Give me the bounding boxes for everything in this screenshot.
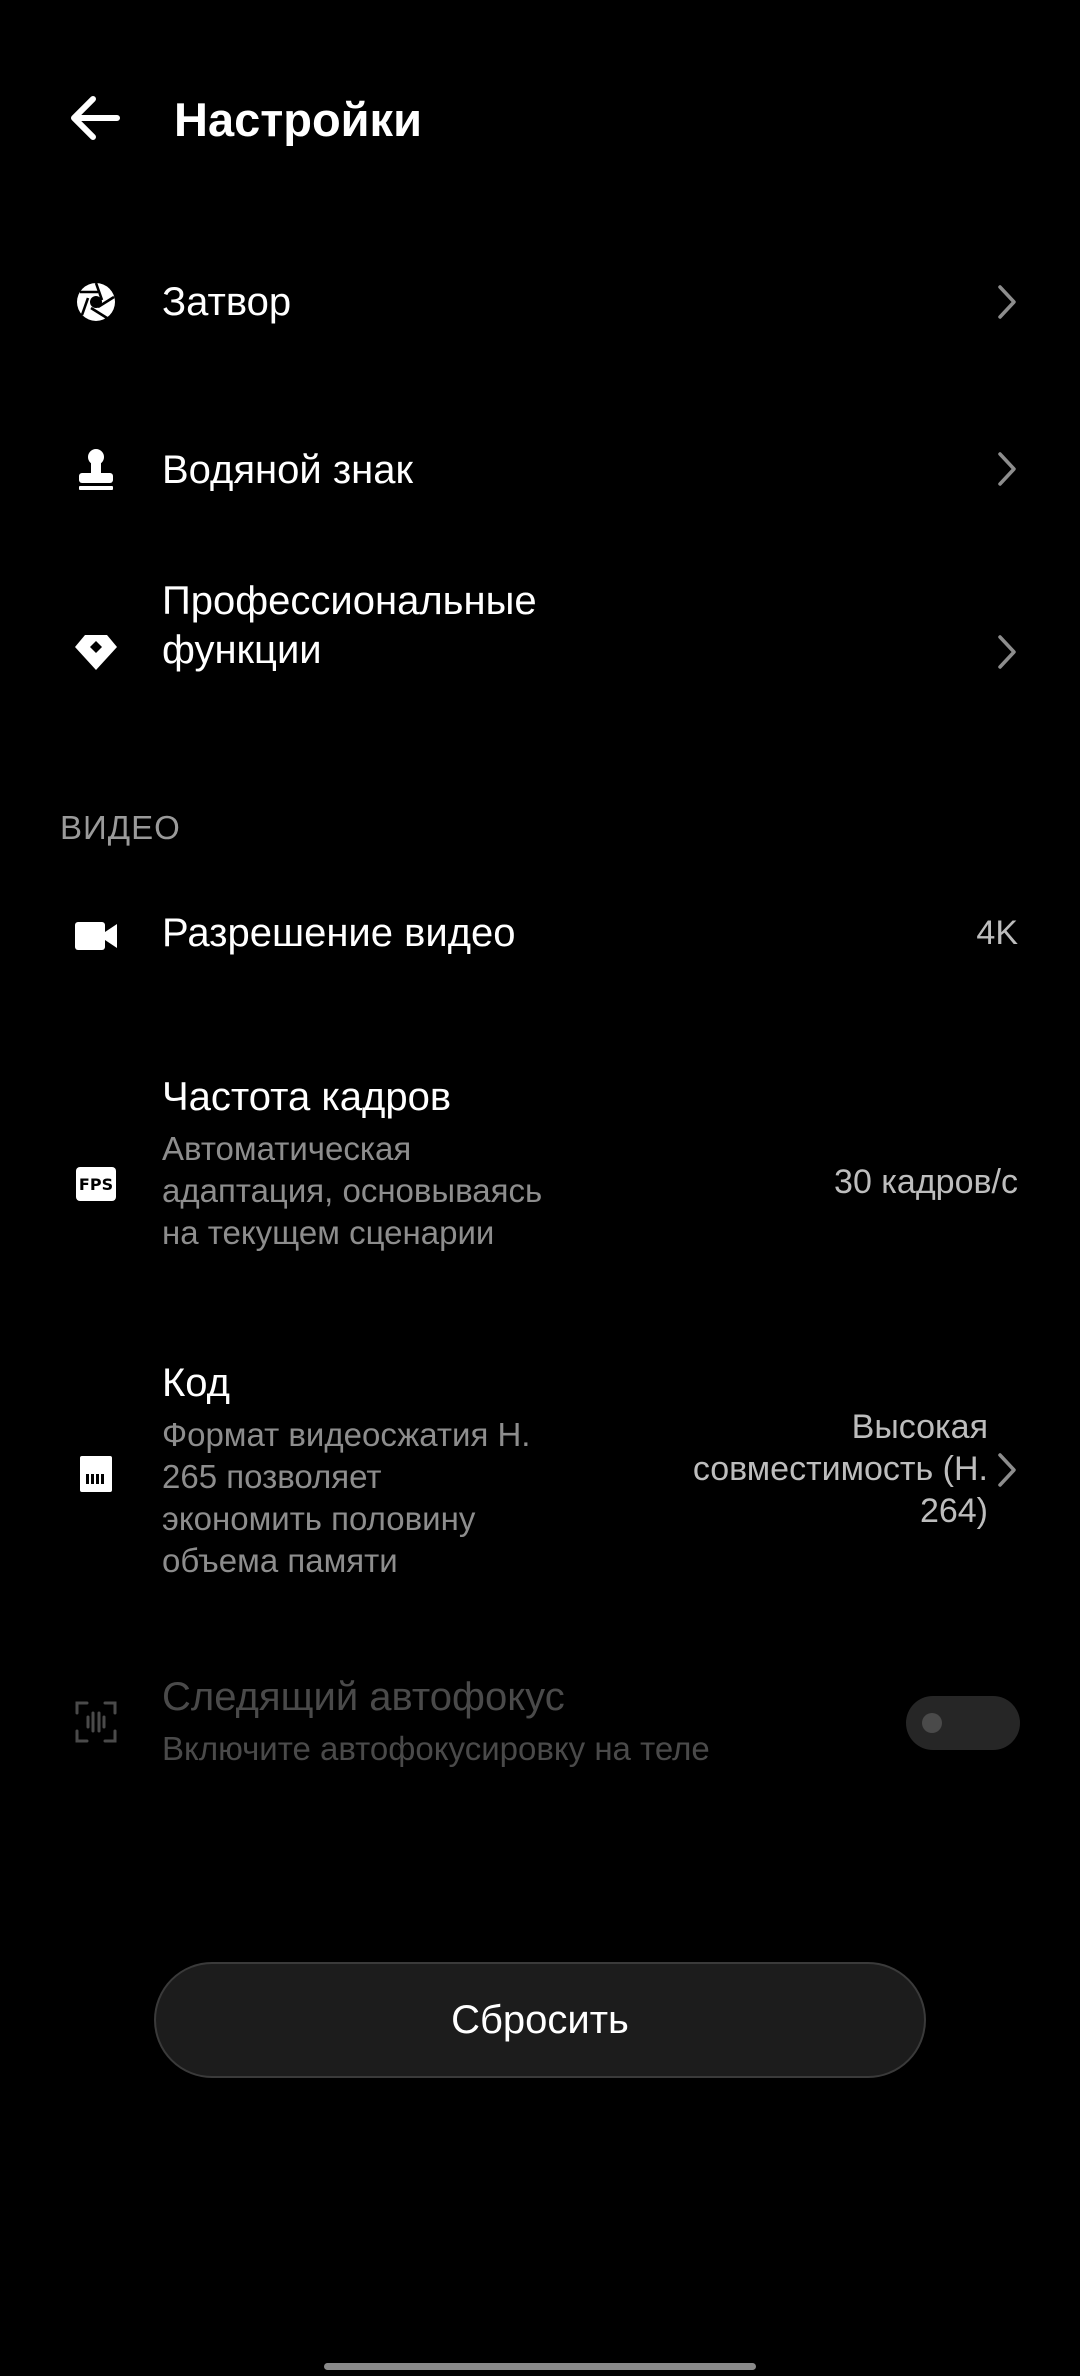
settings-item-label: Следящий автофокус [162,1675,565,1719]
settings-item-description: Включите автофокусировку на теле [162,1730,710,1767]
fps-icon: FPS [72,1160,120,1208]
settings-item-value: 4K [976,914,1018,952]
top-bar: Настройки [0,0,1080,245]
settings-item-description-line2: адаптация, основываясь [162,1172,543,1209]
memory-card-icon [72,1450,120,1498]
settings-item-description-line1: Формат видеосжатия H. [162,1416,531,1453]
settings-item-description-line2: 265 позволяет [162,1458,382,1495]
settings-item-value-line1: Высокая [851,1408,988,1446]
settings-item-video-resolution[interactable]: Разрешение видео 4K [0,870,1080,1000]
settings-item-value-line3: 264) [919,1492,988,1530]
settings-item-label: Разрешение видео [162,911,516,955]
reset-button[interactable]: Сбросить [154,1962,926,2078]
video-camera-icon [72,912,120,960]
settings-item-label: Затвор [162,280,292,324]
toggle-knob [922,1713,942,1733]
page-title: Настройки [174,93,422,146]
stamp-icon [72,445,120,493]
back-button[interactable] [58,82,130,154]
settings-item-label-line2: функции [162,628,322,672]
chevron-right-icon [990,628,1024,676]
settings-item-label: Код [162,1361,231,1405]
settings-item-value-line2: совместимость (H. [692,1450,988,1488]
arrow-left-icon [71,96,120,140]
chevron-right-icon [990,445,1024,493]
settings-item-description-line1: Автоматическая [162,1130,412,1167]
diamond-icon [72,628,120,676]
focus-tracking-icon [72,1698,120,1746]
fps-icon-badge: FPS [76,1167,116,1201]
tracking-autofocus-toggle[interactable] [906,1696,1020,1750]
settings-item-description-line3: на текущем сценарии [162,1214,495,1251]
settings-item-value: 30 кадров/с [834,1163,1018,1201]
fps-icon-text: FPS [78,1174,114,1194]
settings-item-watermark[interactable]: Водяной знак [0,405,1080,565]
chevron-right-icon [990,1446,1024,1494]
section-header-video: ВИДЕО [60,809,181,846]
home-indicator[interactable] [324,2363,756,2370]
settings-item-description-line4: объема памяти [162,1542,398,1579]
chevron-right-icon [990,278,1024,326]
aperture-icon [72,278,120,326]
settings-item-frame-rate[interactable]: FPS Частота кадров Автоматическая адапта… [0,1060,1080,1260]
settings-item-shutter[interactable]: Затвор [0,238,1080,398]
settings-item-codec[interactable]: Код Формат видеосжатия H. 265 позволяет … [0,1350,1080,1590]
settings-item-pro-functions[interactable]: Профессиональные функции [0,572,1080,762]
settings-item-label-line1: Профессиональные [162,579,537,623]
settings-item-label: Водяной знак [162,448,414,492]
settings-item-description-line3: экономить половину [162,1500,476,1537]
settings-item-label: Частота кадров [162,1075,452,1119]
